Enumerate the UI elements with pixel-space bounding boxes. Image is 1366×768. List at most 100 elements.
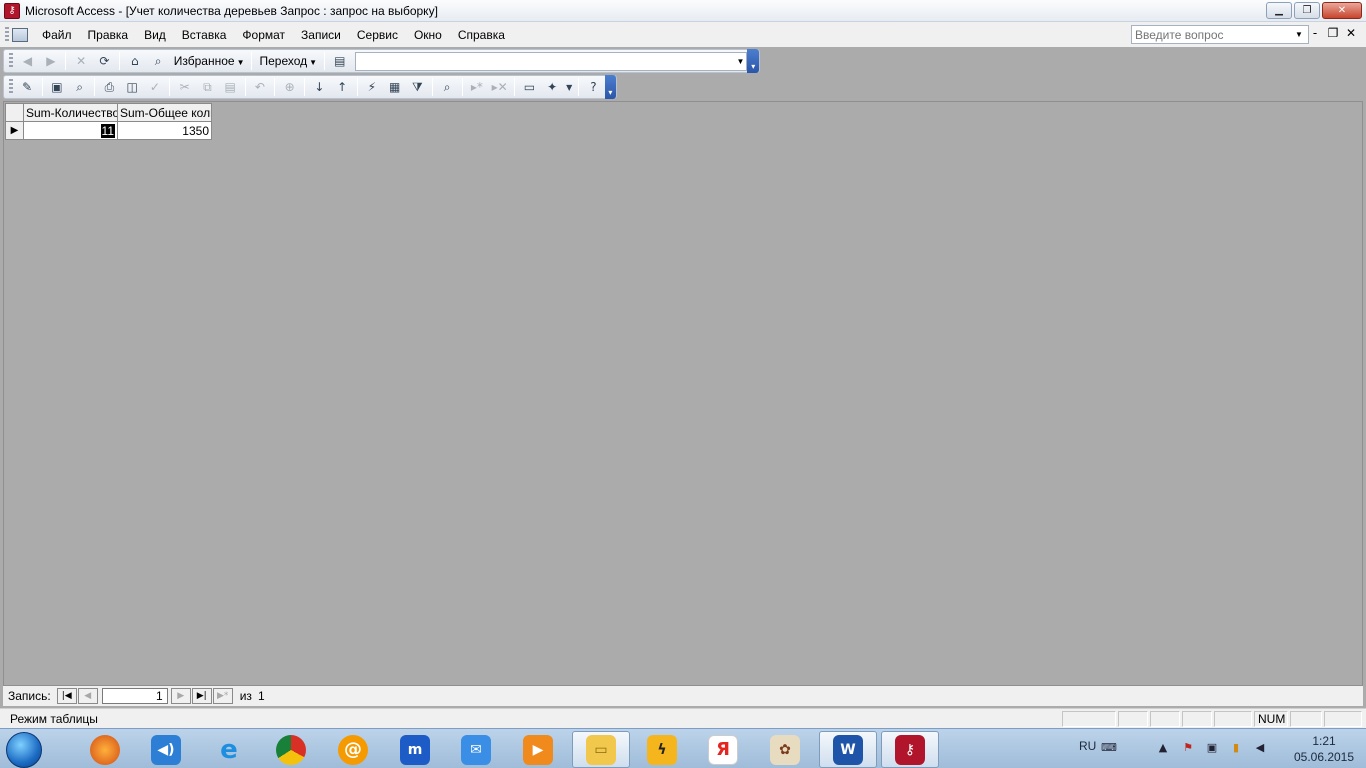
filter-by-selection-icon[interactable]: ⚡ [363, 77, 382, 97]
column-header[interactable]: Sum-Количество [23, 103, 118, 122]
spelling-icon[interactable]: ✓ [146, 77, 165, 97]
address-combo[interactable]: ▼ [355, 51, 748, 71]
word-icon[interactable]: W [819, 731, 877, 768]
print-preview-icon[interactable]: ◫ [123, 77, 142, 97]
print-icon[interactable]: ⎙ [100, 77, 119, 97]
chevron-down-icon[interactable]: ▼ [566, 77, 574, 97]
hyperlink-icon[interactable]: ⊕ [280, 77, 299, 97]
minimize-button[interactable]: ▁ [1266, 2, 1292, 19]
firefox-icon[interactable] [79, 731, 131, 768]
view-icon[interactable]: ✎ [18, 77, 37, 97]
paste-icon[interactable]: ▤ [221, 77, 240, 97]
delete-record-icon[interactable]: ▸✕ [490, 77, 509, 97]
toolbar-grip[interactable] [9, 79, 13, 95]
search-web-icon[interactable]: ⌕ [148, 51, 167, 71]
status-panel [1118, 711, 1148, 727]
doc-minimize-button[interactable]: - [1306, 26, 1324, 40]
chevron-down-icon[interactable]: ▼ [734, 57, 746, 66]
language-indicator[interactable]: RU [1079, 739, 1096, 753]
record-label: Запись: [8, 689, 51, 703]
explorer-icon[interactable]: ▭ [572, 731, 630, 768]
doc-restore-button[interactable]: ❐ [1324, 26, 1342, 40]
forward-icon[interactable]: ▶ [41, 51, 60, 71]
table-row: ▶ 11 1350 [5, 121, 212, 140]
previous-record-button[interactable]: ◀ [77, 688, 98, 704]
menu-view[interactable]: Вид [136, 28, 174, 42]
restore-button[interactable]: ❐ [1294, 2, 1320, 19]
close-button[interactable]: ✕ [1322, 2, 1362, 19]
menu-insert[interactable]: Вставка [174, 28, 235, 42]
refresh-icon[interactable]: ⟳ [95, 51, 114, 71]
new-object-icon[interactable]: ✦ [543, 77, 562, 97]
goto-button[interactable]: Переход ▼ [255, 54, 321, 68]
volume-icon[interactable]: ◀ [1253, 741, 1267, 755]
internet-explorer-icon[interactable]: e [203, 731, 255, 768]
toolbar-options-button[interactable]: ▾ [604, 75, 616, 99]
copy-icon[interactable]: ⧉ [198, 77, 217, 97]
help-icon[interactable]: ? [584, 77, 603, 97]
menu-format[interactable]: Формат [234, 28, 293, 42]
start-button[interactable] [6, 732, 42, 768]
file-search-icon[interactable]: ⌕ [70, 77, 89, 97]
access-icon[interactable]: ⚷ [881, 731, 939, 768]
mail-icon[interactable]: ✉ [450, 731, 502, 768]
menu-file[interactable]: Файл [34, 28, 80, 42]
network-error-icon[interactable]: ⚑ [1181, 741, 1195, 755]
media-player-icon[interactable]: ▶ [512, 731, 564, 768]
clock[interactable]: 1:21 05.06.2015 [1292, 733, 1356, 765]
undo-icon[interactable]: ↶ [251, 77, 270, 97]
record-number-input[interactable]: 1 [101, 688, 168, 704]
show-only-web-toolbar-icon[interactable]: ▤ [330, 51, 349, 71]
new-record-icon[interactable]: ▸* [468, 77, 487, 97]
menu-records[interactable]: Записи [293, 28, 349, 42]
menu-window[interactable]: Окно [406, 28, 450, 42]
signal-bars-icon[interactable]: ▮ [1229, 741, 1243, 755]
help-search-input[interactable] [1132, 27, 1292, 42]
menu-help[interactable]: Справка [450, 28, 513, 42]
yandex-icon[interactable]: Я [697, 731, 749, 768]
chrome-icon[interactable] [265, 731, 317, 768]
show-hidden-icons-icon[interactable]: ▲ [1156, 741, 1170, 755]
status-panel [1150, 711, 1180, 727]
chevron-down-icon[interactable]: ▼ [1292, 30, 1306, 39]
usb-device-icon[interactable]: ▣ [1205, 741, 1219, 755]
datasheet-grid: Sum-Количество Sum-Общее количество ▶ 11… [5, 103, 212, 140]
menu-edit[interactable]: Правка [80, 28, 137, 42]
cut-icon[interactable]: ✂ [175, 77, 194, 97]
toolbar-grip[interactable] [9, 53, 13, 69]
menu-grip[interactable] [5, 26, 9, 43]
keyboard-icon[interactable]: ⌨ [1101, 741, 1117, 755]
new-record-button[interactable]: ▶* [212, 688, 233, 704]
home-icon[interactable]: ⌂ [125, 51, 144, 71]
sort-ascending-icon[interactable]: ↓ [310, 77, 329, 97]
table-cell[interactable]: 11 [23, 121, 118, 140]
sort-descending-icon[interactable]: ↑ [333, 77, 352, 97]
first-record-button[interactable]: |◀ [56, 688, 77, 704]
winamp-icon[interactable]: ϟ [636, 731, 688, 768]
speaker-icon[interactable]: ◀) [140, 731, 192, 768]
next-record-button[interactable]: ▶ [170, 688, 191, 704]
stop-icon[interactable]: ✕ [71, 51, 90, 71]
mahjong-icon[interactable]: ✿ [759, 731, 811, 768]
last-record-button[interactable]: ▶| [191, 688, 212, 704]
back-icon[interactable]: ◀ [18, 51, 37, 71]
table-cell[interactable]: 1350 [117, 121, 212, 140]
apply-filter-icon[interactable]: ⧩ [408, 77, 427, 97]
database-window-icon[interactable]: ▭ [520, 77, 539, 97]
menu-tools[interactable]: Сервис [349, 28, 406, 42]
select-all-cell[interactable] [5, 103, 24, 122]
document-window-icon[interactable] [12, 27, 28, 42]
maxthon-icon[interactable]: m [389, 731, 441, 768]
favorites-button[interactable]: Избранное ▼ [170, 54, 249, 68]
help-search-box[interactable]: ▼ [1131, 25, 1309, 44]
access-key-icon[interactable]: ⚷ [4, 2, 20, 19]
column-header[interactable]: Sum-Общее количество [117, 103, 212, 122]
mail-ru-agent-icon[interactable]: @ [327, 731, 379, 768]
find-icon[interactable]: ⌕ [438, 77, 457, 97]
cell-value-selected: 11 [100, 123, 115, 138]
filter-by-form-icon[interactable]: ▦ [385, 77, 404, 97]
save-icon[interactable]: ▣ [48, 77, 67, 97]
doc-close-button[interactable]: ✕ [1342, 26, 1360, 40]
current-record-arrow-icon[interactable]: ▶ [5, 121, 24, 140]
toolbar-options-button[interactable]: ▾ [747, 49, 760, 73]
